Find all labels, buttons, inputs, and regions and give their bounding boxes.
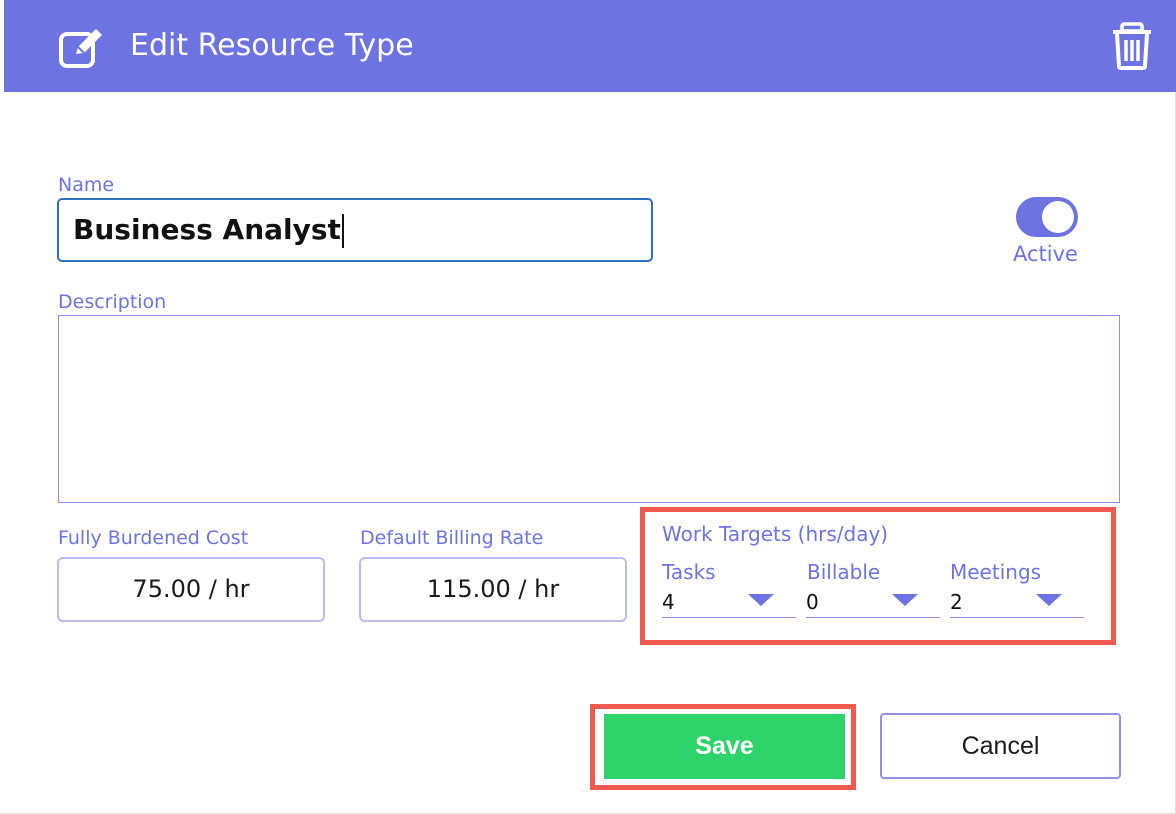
cost-input[interactable]: 75.00 / hr [57,557,325,622]
meetings-label: Meetings [950,560,1042,584]
name-value: Business Analyst [73,213,341,246]
dialog-header: Edit Resource Type [4,0,1176,92]
meetings-dropdown[interactable]: 2 [950,588,1084,618]
trash-icon[interactable] [1110,22,1154,70]
name-label: Name [58,174,115,196]
toggle-knob [1042,201,1074,233]
billable-label: Billable [807,560,881,584]
tasks-dropdown[interactable]: 4 [662,588,796,618]
cancel-button[interactable]: Cancel [880,713,1121,779]
description-textarea[interactable] [58,315,1120,503]
active-toggle[interactable] [1016,197,1078,237]
meetings-value: 2 [950,590,963,614]
billable-dropdown[interactable]: 0 [806,588,940,618]
tasks-value: 4 [662,590,675,614]
dialog-title: Edit Resource Type [130,28,414,63]
save-button[interactable]: Save [604,714,845,779]
active-label: Active [1013,242,1078,266]
chevron-down-icon [748,594,774,606]
billing-rate-input[interactable]: 115.00 / hr [359,557,627,622]
cost-label: Fully Burdened Cost [58,527,249,549]
description-label: Description [58,291,167,313]
tasks-label: Tasks [662,560,716,584]
edit-icon [59,29,102,68]
name-input[interactable]: Business Analyst [57,198,653,262]
chevron-down-icon [892,594,918,606]
text-caret [341,214,344,248]
chevron-down-icon [1036,594,1062,606]
edit-resource-type-dialog: Edit Resource Type Name Business Analyst… [0,0,1176,814]
work-targets-title: Work Targets (hrs/day) [662,522,889,546]
billable-value: 0 [806,590,819,614]
billing-rate-label: Default Billing Rate [360,527,544,549]
